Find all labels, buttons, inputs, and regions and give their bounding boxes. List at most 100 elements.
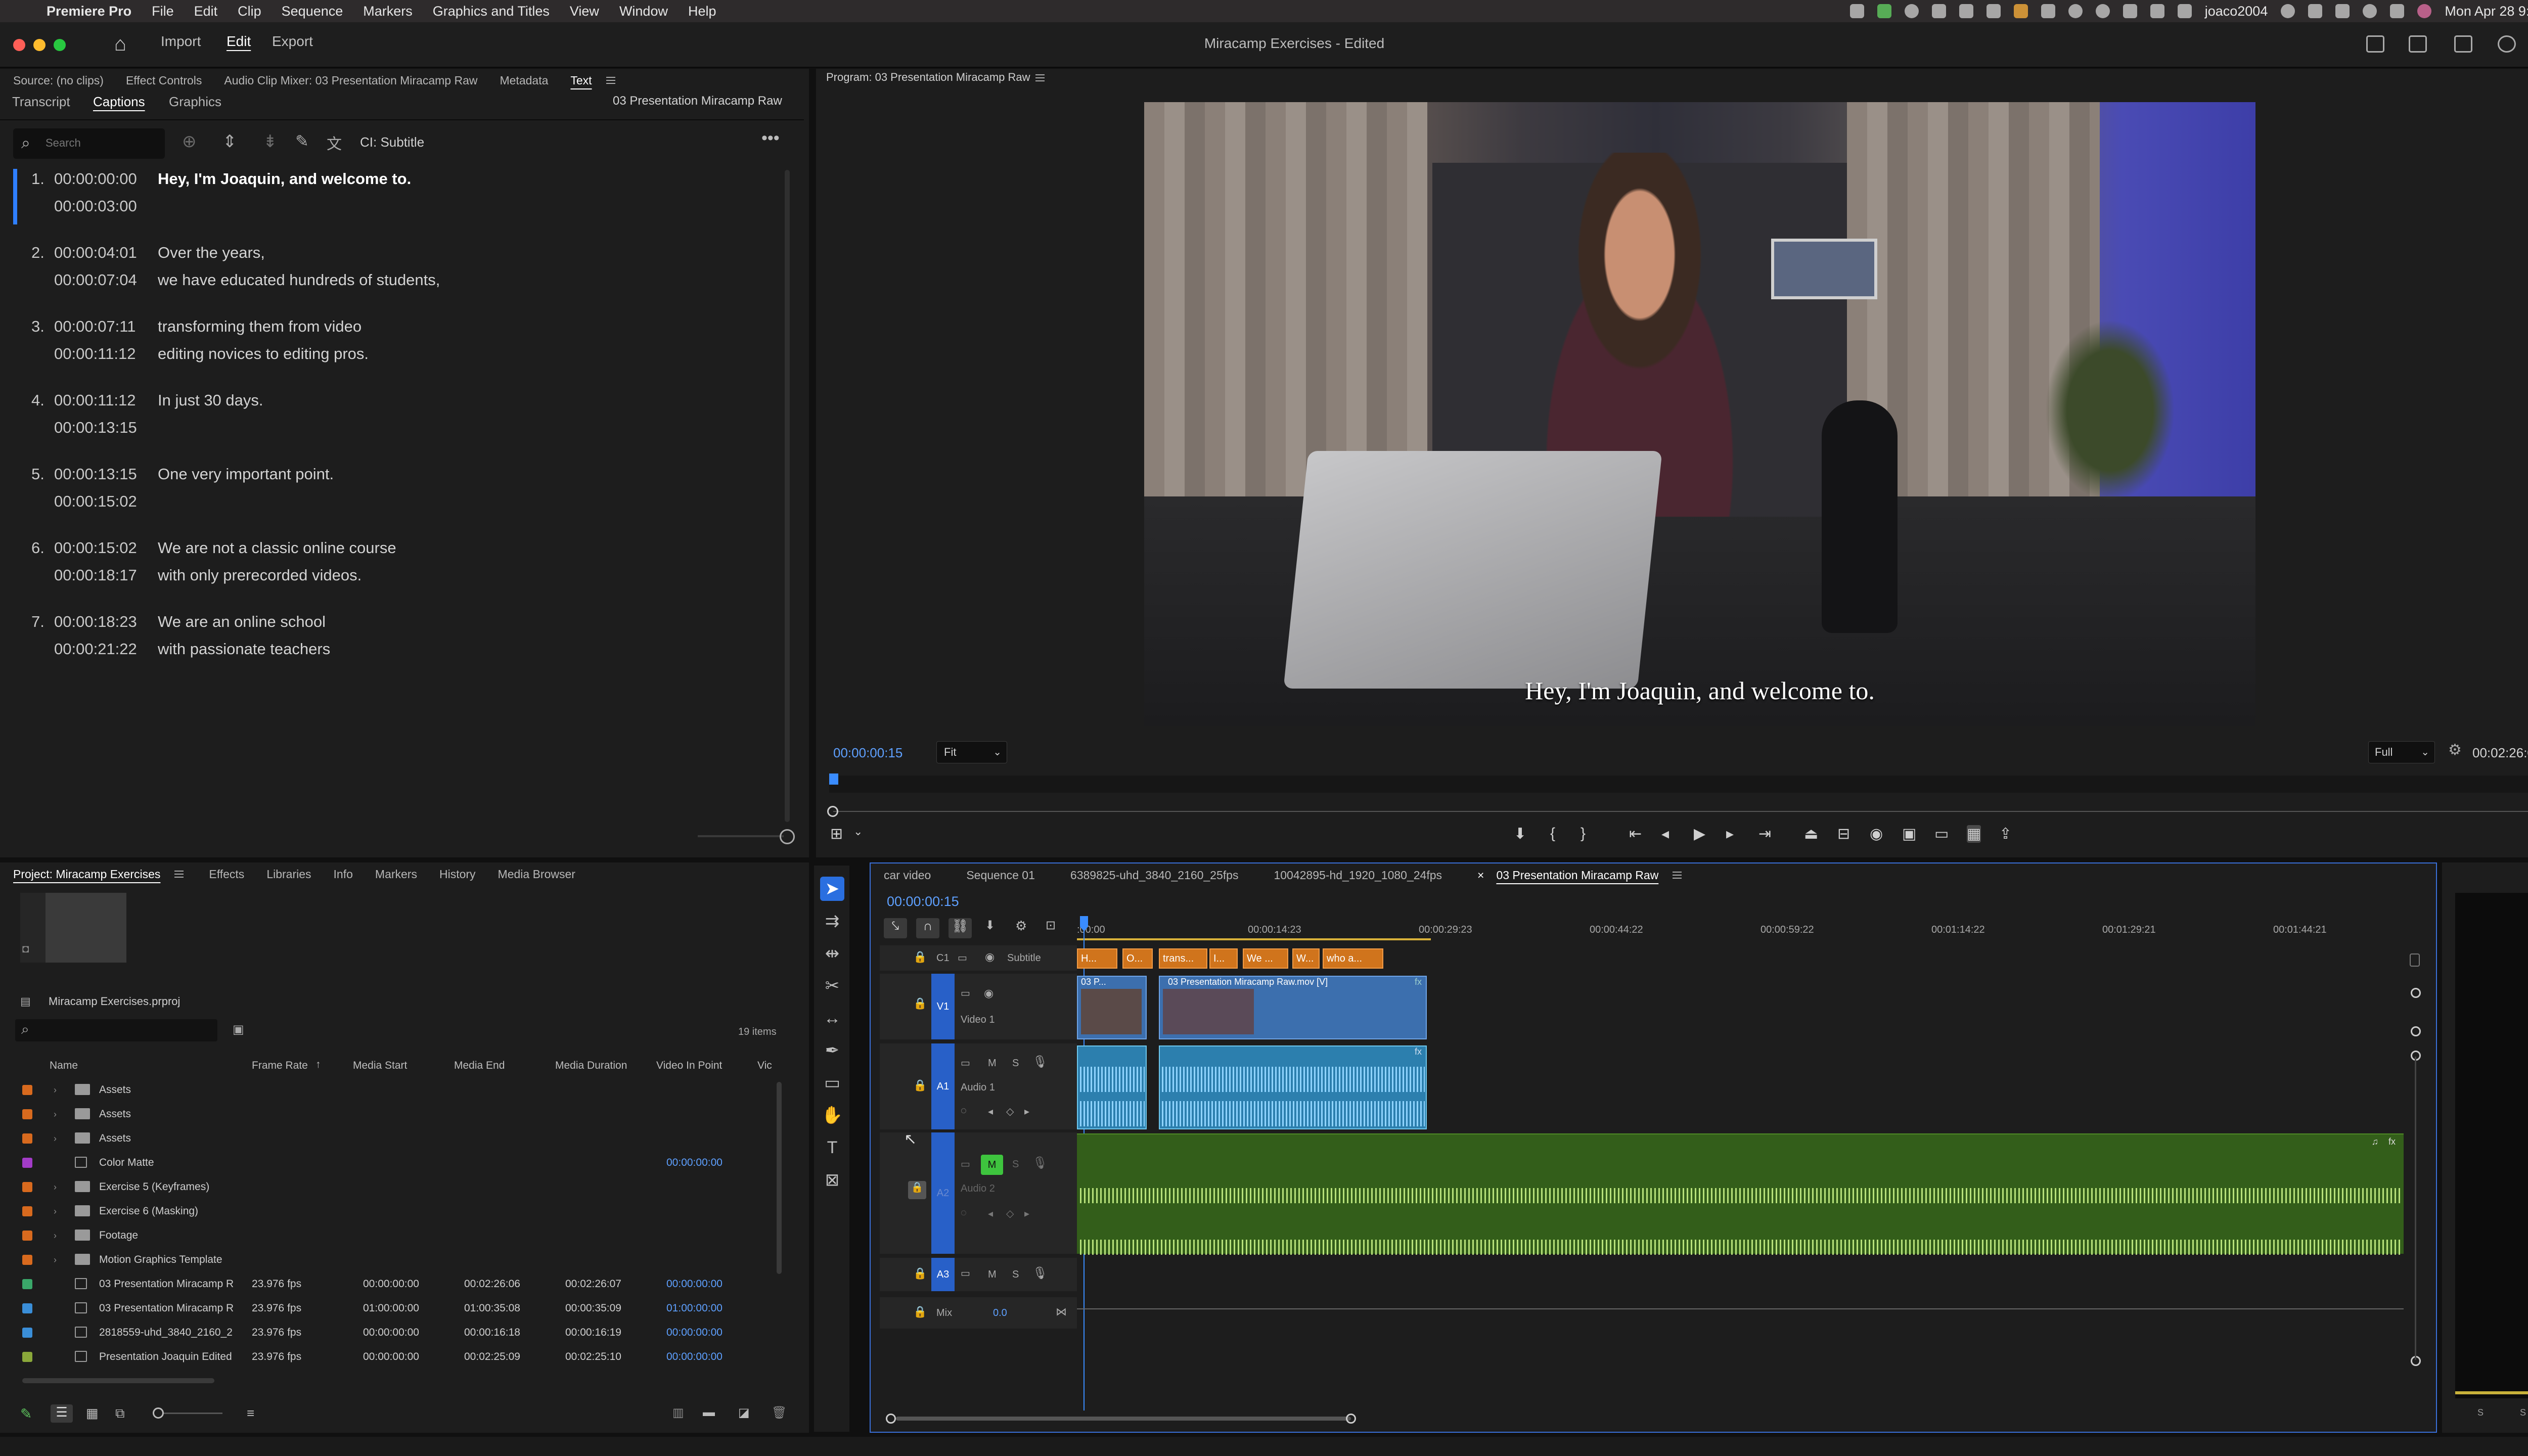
tray-icon-3[interactable]: [1904, 4, 1919, 18]
lock-icon[interactable]: 🔒: [913, 1267, 927, 1280]
label-color-swatch[interactable]: [22, 1158, 32, 1168]
caption-item[interactable]: 6. 00:00:15:02 00:00:18:17 We are not a cla…: [0, 539, 789, 613]
quality-dropdown[interactable]: Full ⌄: [2368, 741, 2435, 763]
caption-item[interactable]: 5. 00:00:13:15 00:00:15:02 One very importa…: [0, 465, 789, 539]
mix-value[interactable]: 0.0: [993, 1307, 1007, 1319]
mute-a2[interactable]: M: [981, 1155, 1003, 1175]
panel-menu-icon[interactable]: [606, 77, 615, 84]
trash-icon[interactable]: 🗑: [772, 1405, 787, 1420]
project-search[interactable]: ⌕: [15, 1019, 217, 1041]
new-bin-icon[interactable]: ▬: [703, 1405, 715, 1420]
close-tab-icon[interactable]: ×: [1477, 869, 1484, 882]
scrub-left-handle[interactable]: [827, 806, 838, 817]
tab-metadata[interactable]: Metadata: [500, 74, 548, 87]
caption-track-label[interactable]: CI: Subtitle: [360, 134, 424, 150]
writable-pencil-icon[interactable]: ✎: [20, 1405, 32, 1422]
rectangle-tool-icon[interactable]: ▭: [820, 1071, 844, 1095]
tray-icon-8[interactable]: [2041, 4, 2055, 18]
col-name[interactable]: Name: [50, 1060, 78, 1072]
project-scrollbar[interactable]: [777, 1082, 782, 1274]
captions-search-box[interactable]: ⌕: [13, 128, 165, 159]
toggle-output-icon[interactable]: ▭: [958, 951, 967, 964]
a1-clip-a[interactable]: [1077, 1045, 1147, 1129]
menu-file[interactable]: File: [152, 4, 174, 19]
program-timecode[interactable]: 00:00:00:15: [833, 745, 902, 760]
caption-clip[interactable]: trans...: [1159, 948, 1207, 969]
col-media-start[interactable]: Media Start: [353, 1060, 407, 1072]
share-icon[interactable]: [2409, 35, 2427, 53]
expand-chevron-icon[interactable]: ›: [54, 1085, 57, 1096]
plex-icon[interactable]: [2013, 4, 2028, 18]
next-keyframe-icon[interactable]: ▸: [1024, 1207, 1029, 1220]
volume-icon[interactable]: ◌: [961, 1105, 967, 1117]
col-media-end[interactable]: Media End: [454, 1060, 505, 1072]
selection-tool-icon[interactable]: ➤: [820, 877, 844, 901]
next-keyframe-icon[interactable]: ▸: [1024, 1105, 1029, 1118]
zoom-slider-handle[interactable]: [780, 829, 795, 844]
project-item-row[interactable]: › Exercise 5 (Keyframes): [15, 1175, 779, 1199]
tab-effects[interactable]: Effects: [209, 868, 244, 881]
tab-info[interactable]: Info: [334, 868, 353, 881]
expand-chevron-icon[interactable]: ›: [54, 1231, 57, 1241]
fx-icon[interactable]: fx: [1415, 1046, 1422, 1057]
toggle-sync-icon[interactable]: ▭: [961, 1158, 970, 1170]
caption-clip[interactable]: H...: [1077, 948, 1117, 969]
a2-music-clip[interactable]: ♫ fx: [1077, 1133, 2404, 1255]
caption-clip[interactable]: who a...: [1323, 948, 1383, 969]
track-a2-target[interactable]: A2: [931, 1132, 955, 1254]
microphone-icon[interactable]: 🎙: [1032, 1156, 1048, 1170]
caption-item[interactable]: 7. 00:00:18:23 00:00:21:22 We are an online…: [0, 613, 789, 687]
snap-icon[interactable]: ∩: [916, 918, 939, 938]
eye-icon[interactable]: ◉: [984, 987, 994, 1000]
add-marker-icon[interactable]: ⬇: [985, 918, 995, 933]
tab-history[interactable]: History: [439, 868, 476, 881]
label-color-swatch[interactable]: [22, 1255, 32, 1265]
more-options-icon[interactable]: •••: [761, 128, 780, 148]
eye-icon[interactable]: ◉: [985, 950, 995, 964]
menu-window[interactable]: Window: [619, 4, 668, 19]
project-item-row[interactable]: 03 Presentation Miracamp R 23.976 fps 01:0…: [15, 1296, 779, 1321]
tray-icon-9[interactable]: [2068, 4, 2083, 18]
tray-icon-11[interactable]: [2123, 4, 2137, 18]
translate-icon[interactable]: 文: [327, 131, 342, 154]
control-center-icon[interactable]: [2390, 4, 2405, 18]
menubar-user[interactable]: joaco2004: [2205, 4, 2268, 19]
tab-sequence-01[interactable]: Sequence 01: [966, 869, 1035, 882]
tab-03-presentation[interactable]: 03 Presentation Miracamp Raw: [1496, 869, 1658, 882]
tray-lock-icon[interactable]: [1877, 4, 1891, 18]
expand-chevron-icon[interactable]: ›: [54, 1133, 57, 1144]
help-search-icon[interactable]: [2498, 35, 2516, 53]
track-a1-target[interactable]: A1: [931, 1043, 955, 1129]
volume-icon[interactable]: ◌: [961, 1207, 967, 1219]
microphone-icon[interactable]: 🎙: [1032, 1055, 1048, 1069]
safe-margins-icon[interactable]: ▭: [1934, 825, 1949, 843]
keyframe-icon[interactable]: ◇: [1006, 1105, 1014, 1118]
lock-icon[interactable]: 🔒: [913, 1079, 927, 1092]
razor-tool-icon[interactable]: ✂: [820, 974, 844, 998]
ripple-edit-tool-icon[interactable]: ⇹: [820, 941, 844, 966]
project-item-row[interactable]: Color Matte 00:00:00:00: [15, 1151, 779, 1175]
expand-chevron-icon[interactable]: ›: [54, 1182, 57, 1193]
menu-sequence[interactable]: Sequence: [282, 4, 343, 19]
automate-to-sequence-icon[interactable]: ▥: [672, 1405, 684, 1420]
wrench-icon[interactable]: ⚙: [2448, 741, 2462, 759]
caption-item[interactable]: 2. 00:00:04:01 00:00:07:04 Over the years, w…: [0, 244, 789, 317]
project-item-row[interactable]: › Exercise 6 (Masking): [15, 1199, 779, 1223]
panel-menu-icon[interactable]: [2454, 35, 2472, 53]
project-item-row[interactable]: 2818559-uhd_3840_2160_2 23.976 fps 00:00:0…: [15, 1321, 779, 1345]
toggle-sync-icon[interactable]: ▭: [961, 1057, 970, 1069]
tab-effect-controls[interactable]: Effect Controls: [126, 74, 202, 87]
nest-icon[interactable]: ⤥: [884, 918, 907, 938]
tray-icon-10[interactable]: [2095, 4, 2110, 18]
v1-clip-a[interactable]: 03 P...: [1077, 976, 1147, 1039]
label-color-swatch[interactable]: [22, 1182, 32, 1192]
tab-source[interactable]: Source: (no clips): [13, 74, 104, 87]
panel-menu-icon[interactable]: [174, 871, 184, 878]
label-color-swatch[interactable]: [22, 1279, 32, 1289]
toggle-sync-icon[interactable]: ▭: [961, 1267, 970, 1280]
battery-icon[interactable]: [2308, 4, 2323, 18]
meter-solo-left[interactable]: S: [2477, 1407, 2484, 1418]
lock-icon[interactable]: 🔒: [913, 1305, 927, 1318]
track-v1-target[interactable]: V1: [931, 974, 955, 1039]
edit-pencil-icon[interactable]: ✎: [295, 131, 309, 151]
